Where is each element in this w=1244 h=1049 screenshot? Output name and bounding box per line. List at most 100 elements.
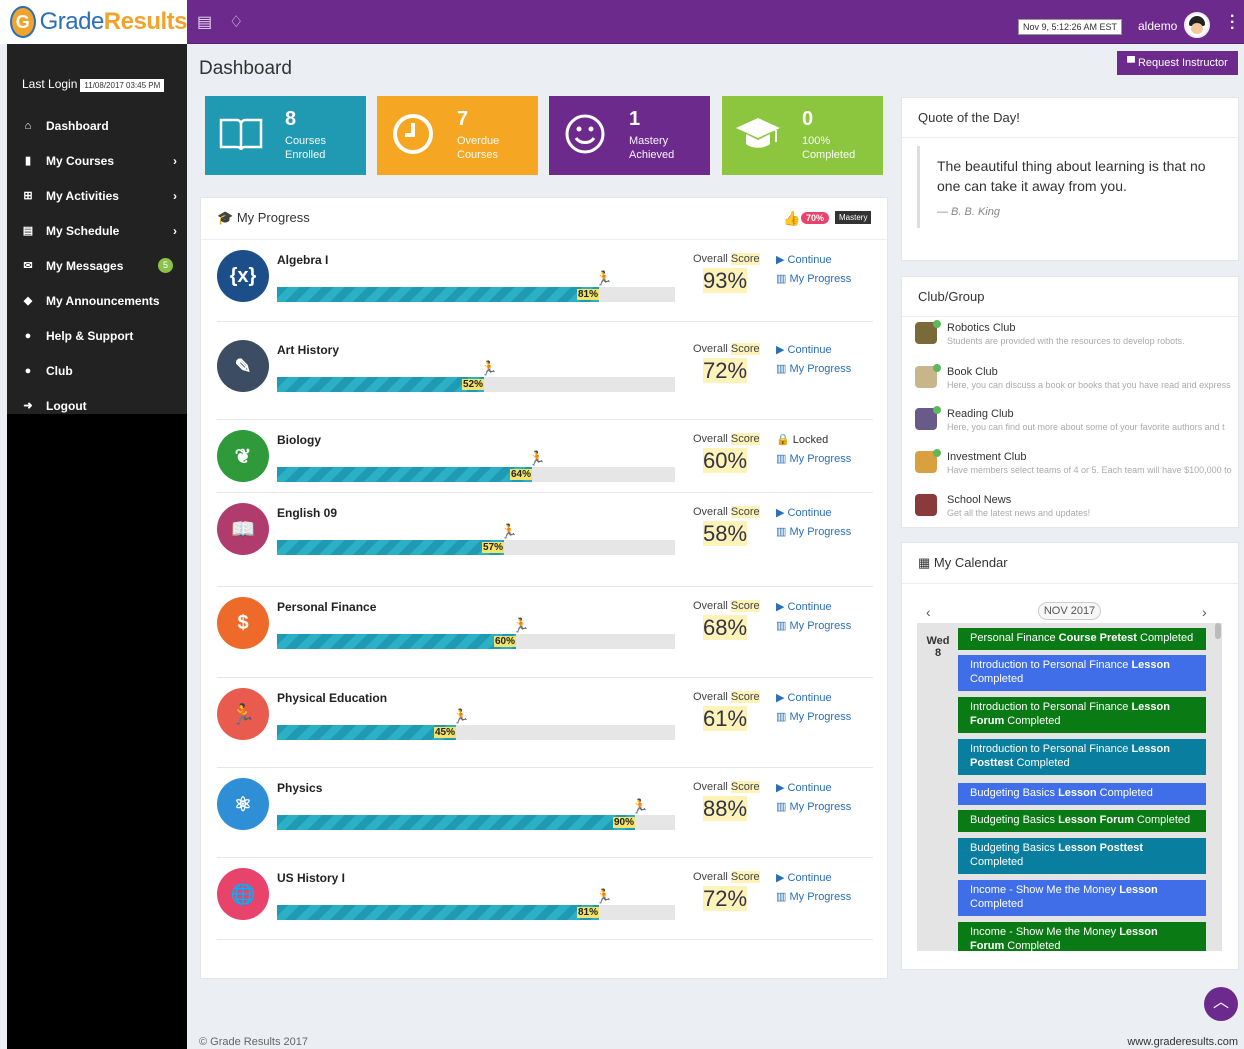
- clock-icon: [389, 110, 437, 158]
- next-month-icon[interactable]: ›: [1202, 604, 1207, 620]
- logo[interactable]: G GradeResults: [0, 0, 188, 44]
- calendar-event[interactable]: Budgeting Basics Lesson Posttest Complet…: [958, 838, 1206, 874]
- my-progress-link[interactable]: ▥ My Progress: [776, 800, 851, 813]
- my-progress-link[interactable]: ▥ My Progress: [776, 619, 851, 632]
- calendar-event[interactable]: Introduction to Personal Finance Lesson …: [958, 697, 1206, 733]
- continue-link[interactable]: ▶ Continue: [776, 343, 832, 356]
- sidebar-item-my-messages[interactable]: ✉ My Messages 5: [7, 248, 187, 283]
- stat-tile-enrolled[interactable]: 8 Courses Enrolled: [205, 96, 366, 175]
- club-item[interactable]: Reading Club Here, you can find out more…: [913, 406, 1239, 448]
- avatar[interactable]: [1184, 12, 1210, 38]
- sidebar-item-my-announcements[interactable]: ◆ My Announcements: [7, 283, 187, 318]
- logout-icon: ➜: [23, 400, 33, 412]
- sidebar-item-club[interactable]: ● Club: [7, 353, 187, 388]
- runner-icon: 🏃: [631, 798, 649, 814]
- club-name[interactable]: Robotics Club: [947, 322, 1015, 334]
- progress-bar-fill: 45%: [277, 725, 456, 740]
- calendar-event[interactable]: Budgeting Basics Lesson Completed: [958, 783, 1206, 805]
- play-icon: ▶: [776, 507, 785, 519]
- calendar-month[interactable]: NOV 2017: [1038, 602, 1101, 620]
- algebra-icon: {x}: [217, 250, 269, 302]
- club-name[interactable]: School News: [947, 494, 1011, 506]
- sidebar-item-logout[interactable]: ➜ Logout: [7, 388, 187, 423]
- club-name[interactable]: Investment Club: [947, 451, 1026, 463]
- username[interactable]: aldemo: [1138, 19, 1177, 33]
- calendar-scrollbar[interactable]: [1215, 623, 1221, 639]
- play-icon: ▶: [776, 344, 785, 356]
- club-item[interactable]: Book Club Here, you can discuss a book o…: [913, 364, 1239, 406]
- message-count-badge: 5: [158, 258, 173, 273]
- progress-bar-fill: 60%: [277, 634, 516, 649]
- runner-icon: 🏃: [512, 617, 530, 633]
- progress-bar: 52%: [277, 377, 675, 392]
- play-icon: ▶: [776, 872, 785, 884]
- my-progress-link[interactable]: ▥ My Progress: [776, 452, 851, 465]
- club-icon: ●: [24, 364, 32, 377]
- chevron-right-icon: ›: [173, 223, 177, 238]
- help-icon: ●: [24, 329, 32, 342]
- more-options-icon[interactable]: · · ·: [1230, 9, 1235, 37]
- my-progress-link[interactable]: ▥ My Progress: [776, 525, 851, 538]
- continue-link[interactable]: ▶ Continue: [776, 691, 832, 704]
- progress-bar: 64%: [277, 467, 675, 482]
- sidebar-item-help-support[interactable]: ● Help & Support: [7, 318, 187, 353]
- course-name[interactable]: Physics: [277, 781, 322, 795]
- stat-value: 7: [457, 108, 469, 130]
- club-name[interactable]: Book Club: [947, 366, 998, 378]
- bar-chart-icon: ▥: [776, 273, 787, 285]
- request-instructor-button[interactable]: ▀ Request Instructor: [1117, 51, 1238, 75]
- course-name[interactable]: Art History: [277, 343, 339, 357]
- chat-icon: ▀: [1127, 57, 1135, 69]
- club-item[interactable]: Robotics Club Students are provided with…: [913, 320, 1239, 362]
- quote-block: The beautiful thing about learning is th…: [917, 146, 1221, 228]
- course-name[interactable]: Physical Education: [277, 691, 387, 705]
- course-name[interactable]: Algebra I: [277, 253, 328, 267]
- menu-toggle-icon[interactable]: ▤: [197, 12, 212, 32]
- calendar-event[interactable]: Introduction to Personal Finance Lesson …: [958, 655, 1206, 691]
- play-icon: ▶: [776, 692, 785, 704]
- website-link[interactable]: www.graderesults.com: [1127, 1036, 1238, 1048]
- stat-label: Overdue Courses: [457, 135, 500, 161]
- my-progress-link[interactable]: ▥ My Progress: [776, 272, 851, 285]
- course-name[interactable]: US History I: [277, 871, 345, 885]
- continue-link[interactable]: ▶ Continue: [776, 781, 832, 794]
- course-row: 🏃 Physical Education 🏃 45% Overall Score…: [217, 678, 873, 768]
- overall-score-value: 61%: [703, 706, 748, 731]
- club-item[interactable]: Investment Club Have members select team…: [913, 449, 1239, 491]
- calendar-event[interactable]: Introduction to Personal Finance Lesson …: [958, 739, 1206, 775]
- stat-tile-completed[interactable]: 0 100% Completed: [722, 96, 883, 175]
- stat-value: 1: [629, 108, 641, 130]
- sidebar-item-dashboard[interactable]: ⌂ Dashboard: [7, 108, 187, 143]
- progress-bar: 90%: [277, 815, 675, 830]
- stat-label: Courses Enrolled: [285, 135, 326, 161]
- my-progress-link[interactable]: ▥ My Progress: [776, 710, 851, 723]
- scroll-to-top-button[interactable]: ︿: [1204, 987, 1238, 1021]
- sidebar-item-my-activities[interactable]: ⊞ My Activities ›: [7, 178, 187, 213]
- course-name[interactable]: English 09: [277, 506, 337, 520]
- bar-chart-icon: ▥: [776, 363, 787, 375]
- calendar-event[interactable]: Budgeting Basics Lesson Forum Completed: [958, 810, 1206, 832]
- course-name[interactable]: Biology: [277, 433, 321, 447]
- club-item[interactable]: School News Get all the latest news and …: [913, 494, 1239, 534]
- atom-icon: ⚛: [217, 778, 269, 830]
- stat-tile-courses[interactable]: 7 Overdue Courses: [377, 96, 538, 175]
- sidebar-item-my-schedule[interactable]: ▤ My Schedule ›: [7, 213, 187, 248]
- my-progress-link[interactable]: ▥ My Progress: [776, 362, 851, 375]
- continue-link[interactable]: ▶ Continue: [776, 253, 832, 266]
- calendar-event[interactable]: Income - Show Me the Money Lesson Comple…: [958, 880, 1206, 916]
- sidebar-item-my-courses[interactable]: ▮ My Courses ›: [7, 143, 187, 178]
- bell-icon[interactable]: ♢: [229, 12, 243, 32]
- overall-score-label: Overall Score: [693, 600, 760, 612]
- calendar-event[interactable]: Income - Show Me the Money Lesson Forum …: [958, 922, 1206, 951]
- calendar-event[interactable]: Personal Finance Course Pretest Complete…: [958, 628, 1206, 650]
- calendar-icon: ▦: [918, 555, 934, 570]
- course-name[interactable]: Personal Finance: [277, 600, 376, 614]
- continue-link[interactable]: ▶ Continue: [776, 871, 832, 884]
- continue-link[interactable]: ▶ Continue: [776, 506, 832, 519]
- my-progress-link[interactable]: ▥ My Progress: [776, 890, 851, 903]
- overall-score-label: Overall Score: [693, 691, 760, 703]
- prev-month-icon[interactable]: ‹: [926, 604, 931, 620]
- club-name[interactable]: Reading Club: [947, 408, 1014, 420]
- stat-tile-achieved[interactable]: 1 Mastery Achieved: [549, 96, 710, 175]
- continue-link[interactable]: ▶ Continue: [776, 600, 832, 613]
